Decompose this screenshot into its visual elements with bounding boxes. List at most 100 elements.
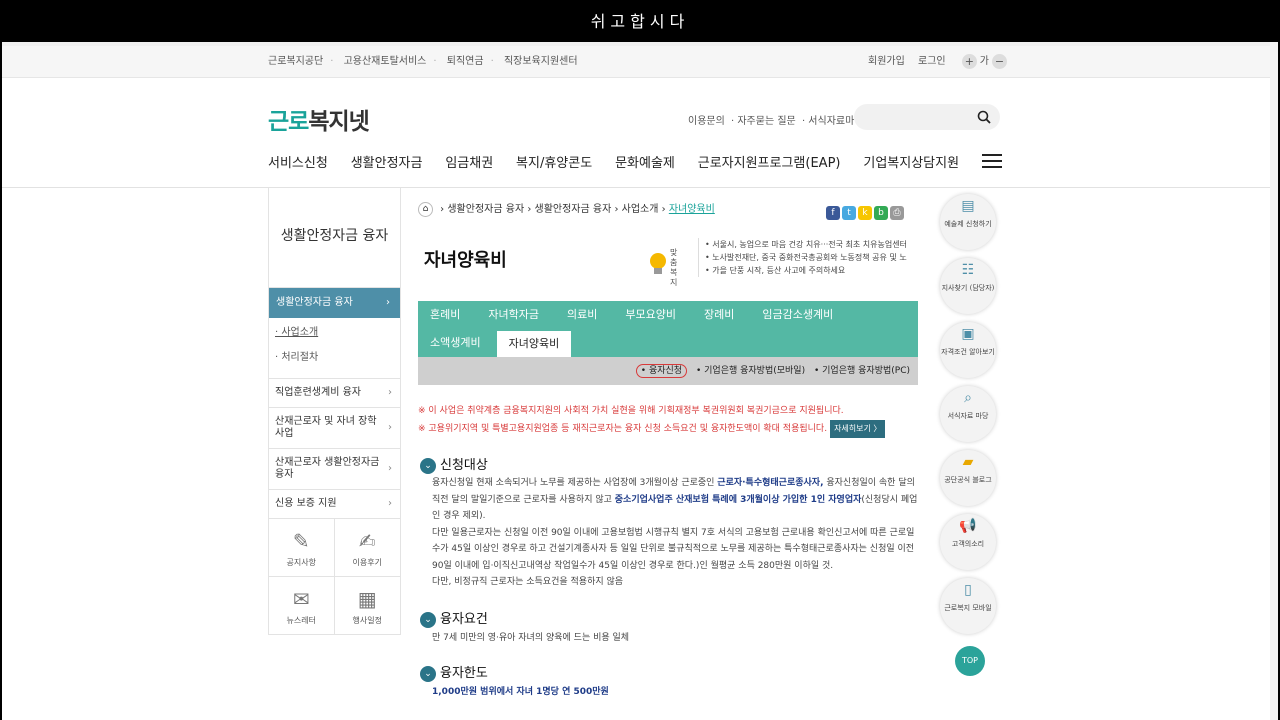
zoom-in-button[interactable]: + [961,53,977,69]
subtab-apply[interactable]: • 융자신청 [635,364,688,378]
warning-line-1: ※ 이 사업은 취약계층 금융복지지원의 사회적 가치 실현을 위해 기획재정부… [418,406,844,416]
util-link-1[interactable]: 근로복지공단 [268,56,323,67]
gnb-item-5[interactable]: 문화예술제 [615,152,675,171]
tab-small-living[interactable]: 소액생계비 [430,329,481,357]
utility-bar: 근로복지공단 · 고용산재토탈서비스 · 퇴직연금 · 직장보육지원센터 회원가입 로… [2,46,1278,78]
quick-blog[interactable]: ▰ 공단공식 블로그 [940,450,996,506]
section-requirements-title: ⌄ 융자요건 [420,608,488,628]
kakao-icon[interactable]: k [858,206,872,220]
lnb-item-4[interactable]: 신용 보증 지원 › [269,490,400,519]
gnb-item-4[interactable]: 복지/휴양콘도 [516,152,592,171]
site-logo[interactable]: 근로복지넷 [268,102,370,136]
login-link[interactable]: 로그인 [918,56,946,67]
tab-child-rearing[interactable]: 자녀양육비 [496,331,572,357]
gnb-item-1[interactable]: 서비스신청 [268,152,328,171]
notice-warnings: ※ 이 사업은 취약계층 금융복지지원의 사회적 가치 실현을 위해 기획재정부… [418,402,886,438]
blog-icon: ▰ [962,454,974,470]
util-link-3[interactable]: 퇴직연금 [447,56,484,67]
news-ticker: • 서울시, 농업으로 마음 건강 치유···전국 최초 치유농업센터 • 노사… [698,238,912,277]
warning-line-2: ※ 고용위기지역 및 특별고용지원업종 등 재직근로자는 융자 신청 소득요건 … [418,424,828,434]
breadcrumb-item-1[interactable]: 생활안정자금 융자 [447,204,524,215]
loan-tabs: 혼례비 자녀학자금 의료비 부모요양비 장례비 임금감소생계비 소액생계비 자녀… [418,301,918,357]
quick-branch-finder[interactable]: ☷ 지사찾기 (담당자) [940,258,996,314]
quick-notice[interactable]: ✎ 공지사항 [269,519,335,577]
header-link-faq[interactable]: · 자주묻는 질문 [731,116,796,127]
util-link-2[interactable]: 고용산재토탈서비스 [344,56,427,67]
tab-wedding[interactable]: 혼례비 [430,301,460,329]
subtab-pc[interactable]: • 기업은행 융자방법(PC) [814,366,910,376]
quick-voice[interactable]: 📢 고객의소리 [940,514,996,570]
gnb-item-7[interactable]: 기업복지상담지원 [863,152,959,171]
details-button[interactable]: 자세히보기 〉 [830,420,886,438]
gnb-item-3[interactable]: 임금채권 [445,152,493,171]
lnb-item-2[interactable]: 산재근로자 및 자녀 장학사업 › [269,408,400,449]
chevron-right-icon: › [388,422,392,433]
header-link-inquiry[interactable]: 이용문의 [688,116,725,127]
home-icon[interactable]: ⌂ [418,201,433,217]
gnb-item-6[interactable]: 근로자지원프로그램(EAP) [698,152,841,171]
lightbulb-icon [650,253,666,274]
tab-funeral[interactable]: 장례비 [704,301,734,329]
top-button[interactable]: TOP [955,646,985,676]
tab-tuition[interactable]: 자녀학자금 [488,301,539,329]
band-icon[interactable]: b [874,206,888,220]
quick-newsletter[interactable]: ✉ 뉴스레터 [269,577,335,635]
search-icon[interactable] [977,110,991,124]
notice-item[interactable]: • 가을 단풍 시작, 등산 사고에 주의하세요 [705,264,912,277]
tab-medical[interactable]: 의료비 [567,301,597,329]
section-eligibility-text: 융자신청일 현재 소속되거나 노무를 제공하는 사업장에 3개월이상 근로중인 … [432,478,918,587]
chevron-down-icon: ⌄ [420,665,436,682]
custom-welfare-label: 맞춤복지 [670,248,678,287]
font-size-label: 가 [979,56,989,67]
tab-wage-reduction[interactable]: 임금감소생계비 [762,301,833,329]
quick-art-festival[interactable]: ▤ 예술제 신청하기 [940,194,996,250]
chevron-right-icon: › [388,498,392,509]
hamburger-menu-icon[interactable] [981,154,1002,168]
quick-mobile[interactable]: ▯ 근로복지 모바일 [940,578,996,634]
edit-icon: ✍ [358,529,376,553]
monitor-icon: ▤ [961,198,975,214]
quick-calendar[interactable]: ▦ 행사일정 [334,577,400,635]
join-link[interactable]: 회원가입 [868,56,905,67]
megaphone-icon: 📢 [959,518,977,534]
quick-eligibility[interactable]: ▣ 자격조건 알아보기 [940,322,996,378]
breadcrumb-item-3[interactable]: 사업소개 [622,204,659,215]
search-input[interactable] [854,104,1000,130]
notice-item[interactable]: • 노사발전재단, 중국 중화전국총공회와 노동정책 공유 및 노 [705,251,912,264]
share-buttons: f t k b ⎙ [824,200,904,220]
scrollbar[interactable] [1270,42,1278,720]
breadcrumb-item-2[interactable]: 생활안정자금 융자 [535,204,612,215]
chevron-down-icon: ⌄ [420,611,436,628]
breadcrumb: ⌂ › 생활안정자금 융자 › 생활안정자금 융자 › 사업소개 › 자녀양육비 [418,200,715,217]
notice-item[interactable]: • 서울시, 농업으로 마음 건강 치유···전국 최초 치유농업센터 [705,238,912,251]
calendar-icon: ▦ [357,587,377,611]
lnb-item-3[interactable]: 산재근로자 생활안정자금 융자 › [269,449,400,490]
twitter-icon[interactable]: t [842,206,856,220]
magnifier-icon: ⌕ [964,390,972,406]
sub-tabs: • 융자신청 • 기업은행 융자방법(모바일) • 기업은행 융자방법(PC) [418,357,918,385]
lnb-active-item[interactable]: 생활안정자금 융자 › [269,288,400,318]
subtab-mobile[interactable]: • 기업은행 융자방법(모바일) [696,366,805,376]
quick-review[interactable]: ✍ 이용후기 [334,519,400,577]
gnb-item-2[interactable]: 생활안정자금 [351,152,423,171]
util-link-4[interactable]: 직장보육지원센터 [504,56,578,67]
right-quick-menu: ▤ 예술제 신청하기 ☷ 지사찾기 (담당자) ▣ 자격조건 알아보기 ⌕ 서식자료 마… [940,194,998,642]
print-icon[interactable]: ⎙ [890,206,904,220]
lnb-item-1[interactable]: 직업훈련생계비 융자 › [269,379,400,408]
envelope-icon: ✉ [292,587,310,611]
chevron-right-icon: › [388,387,392,398]
side-nav: 생활안정자금 융자 생활안정자금 융자 › · 사업소개 · 처리절차 직업훈련생… [268,188,401,635]
lnb-sub-item-process[interactable]: · 처리절차 [275,349,400,374]
zoom-out-button[interactable]: − [992,53,1007,69]
tab-parent-care[interactable]: 부모요양비 [625,301,676,329]
section-eligibility-title: ⌄ 신청대상 [420,454,488,474]
image-icon: ▣ [961,326,975,342]
lnb-sub-item-intro[interactable]: · 사업소개 [275,324,400,349]
lnb-quick-grid: ✎ 공지사항 ✍ 이용후기 ✉ 뉴스레터 ▦ 행사일정 [269,519,400,635]
browser-page: 근로복지공단 · 고용산재토탈서비스 · 퇴직연금 · 직장보육지원센터 회원가입 로… [2,42,1278,720]
breadcrumb-current: 자녀양육비 [668,204,715,215]
facebook-icon[interactable]: f [826,206,840,220]
mobile-icon: ▯ [964,582,972,598]
window-title: 쉬고합시다 [0,0,1280,42]
quick-forms[interactable]: ⌕ 서식자료 마당 [940,386,996,442]
